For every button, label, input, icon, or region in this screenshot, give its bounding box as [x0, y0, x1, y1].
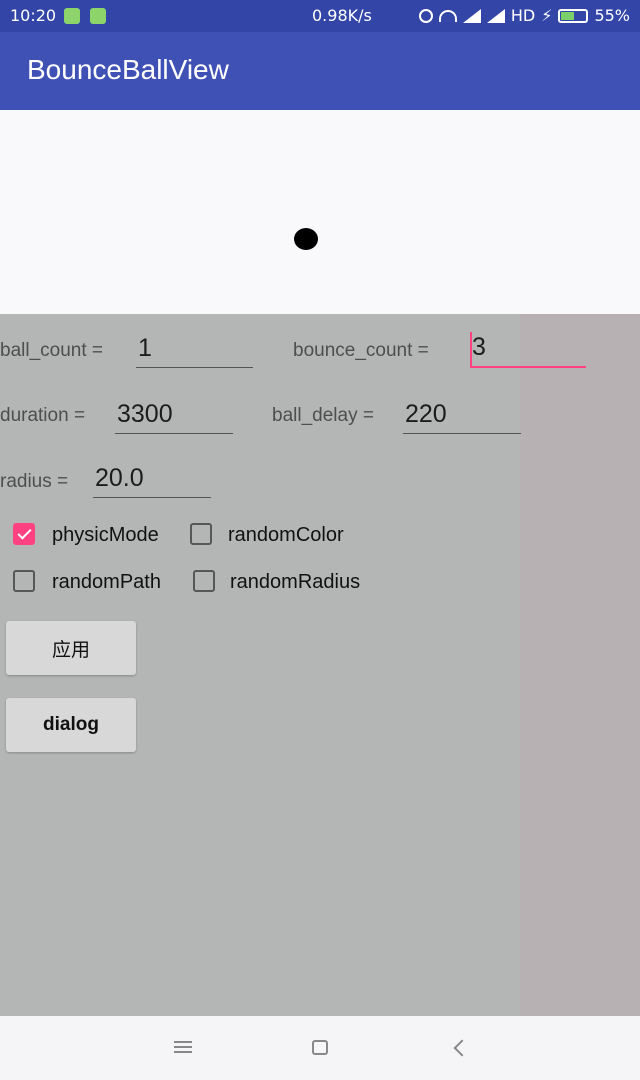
random-color-label[interactable]: randomColor	[228, 524, 344, 547]
ball-delay-label: ball_delay =	[272, 405, 374, 426]
duration-input[interactable]: 3300	[115, 398, 233, 434]
menu-icon[interactable]	[174, 1041, 192, 1053]
apply-button[interactable]: 应用	[6, 621, 136, 675]
network-speed: 0.98K/s	[312, 6, 372, 25]
bounce-count-label: bounce_count =	[293, 340, 429, 361]
radius-value: 20.0	[95, 464, 144, 492]
navigation-bar	[0, 1016, 640, 1080]
random-path-checkbox[interactable]	[13, 570, 35, 592]
random-radius-checkbox[interactable]	[193, 570, 215, 592]
signal-icon	[486, 8, 505, 23]
bounce-ball-view	[0, 110, 640, 314]
bounce-count-value: 3	[472, 333, 486, 361]
back-icon[interactable]	[453, 1039, 471, 1057]
ball-count-input[interactable]: 1	[136, 332, 253, 368]
home-icon[interactable]	[312, 1040, 328, 1055]
app-bar: BounceBallView	[0, 32, 640, 110]
alarm-icon	[418, 8, 433, 23]
android-icon	[90, 8, 106, 24]
duration-label: duration =	[0, 405, 86, 426]
battery-icon	[558, 8, 589, 23]
ball-count-value: 1	[138, 334, 152, 362]
status-bar: 10:20 0.98K/s HD ⚡ 55%	[0, 0, 640, 32]
app-title: BounceBallView	[27, 54, 229, 85]
battery-percent: 55%	[594, 6, 630, 25]
ball-delay-value: 220	[405, 400, 447, 428]
status-time: 10:20	[10, 6, 57, 25]
settings-background-strip	[520, 314, 640, 1016]
bounce-count-input[interactable]: 3	[470, 332, 586, 368]
physic-mode-checkbox[interactable]	[13, 523, 35, 545]
duration-value: 3300	[117, 400, 173, 428]
wifi-icon	[438, 9, 457, 22]
network-type: HD	[510, 6, 536, 25]
physic-mode-label[interactable]: physicMode	[52, 524, 159, 547]
random-color-checkbox[interactable]	[190, 523, 212, 545]
notification-icon	[64, 8, 80, 24]
signal-icon	[462, 8, 481, 23]
ball	[294, 228, 318, 250]
ball-delay-input[interactable]: 220	[403, 398, 521, 434]
random-radius-label[interactable]: randomRadius	[230, 571, 360, 594]
radius-input[interactable]: 20.0	[93, 462, 211, 498]
ball-count-label: ball_count =	[0, 340, 103, 361]
settings-panel: ball_count = 1 bounce_count = 3 duration…	[0, 314, 640, 1016]
dialog-button[interactable]: dialog	[6, 698, 136, 752]
radius-label: radius =	[0, 471, 69, 492]
charging-icon: ⚡	[541, 6, 553, 25]
random-path-label[interactable]: randomPath	[52, 571, 161, 594]
